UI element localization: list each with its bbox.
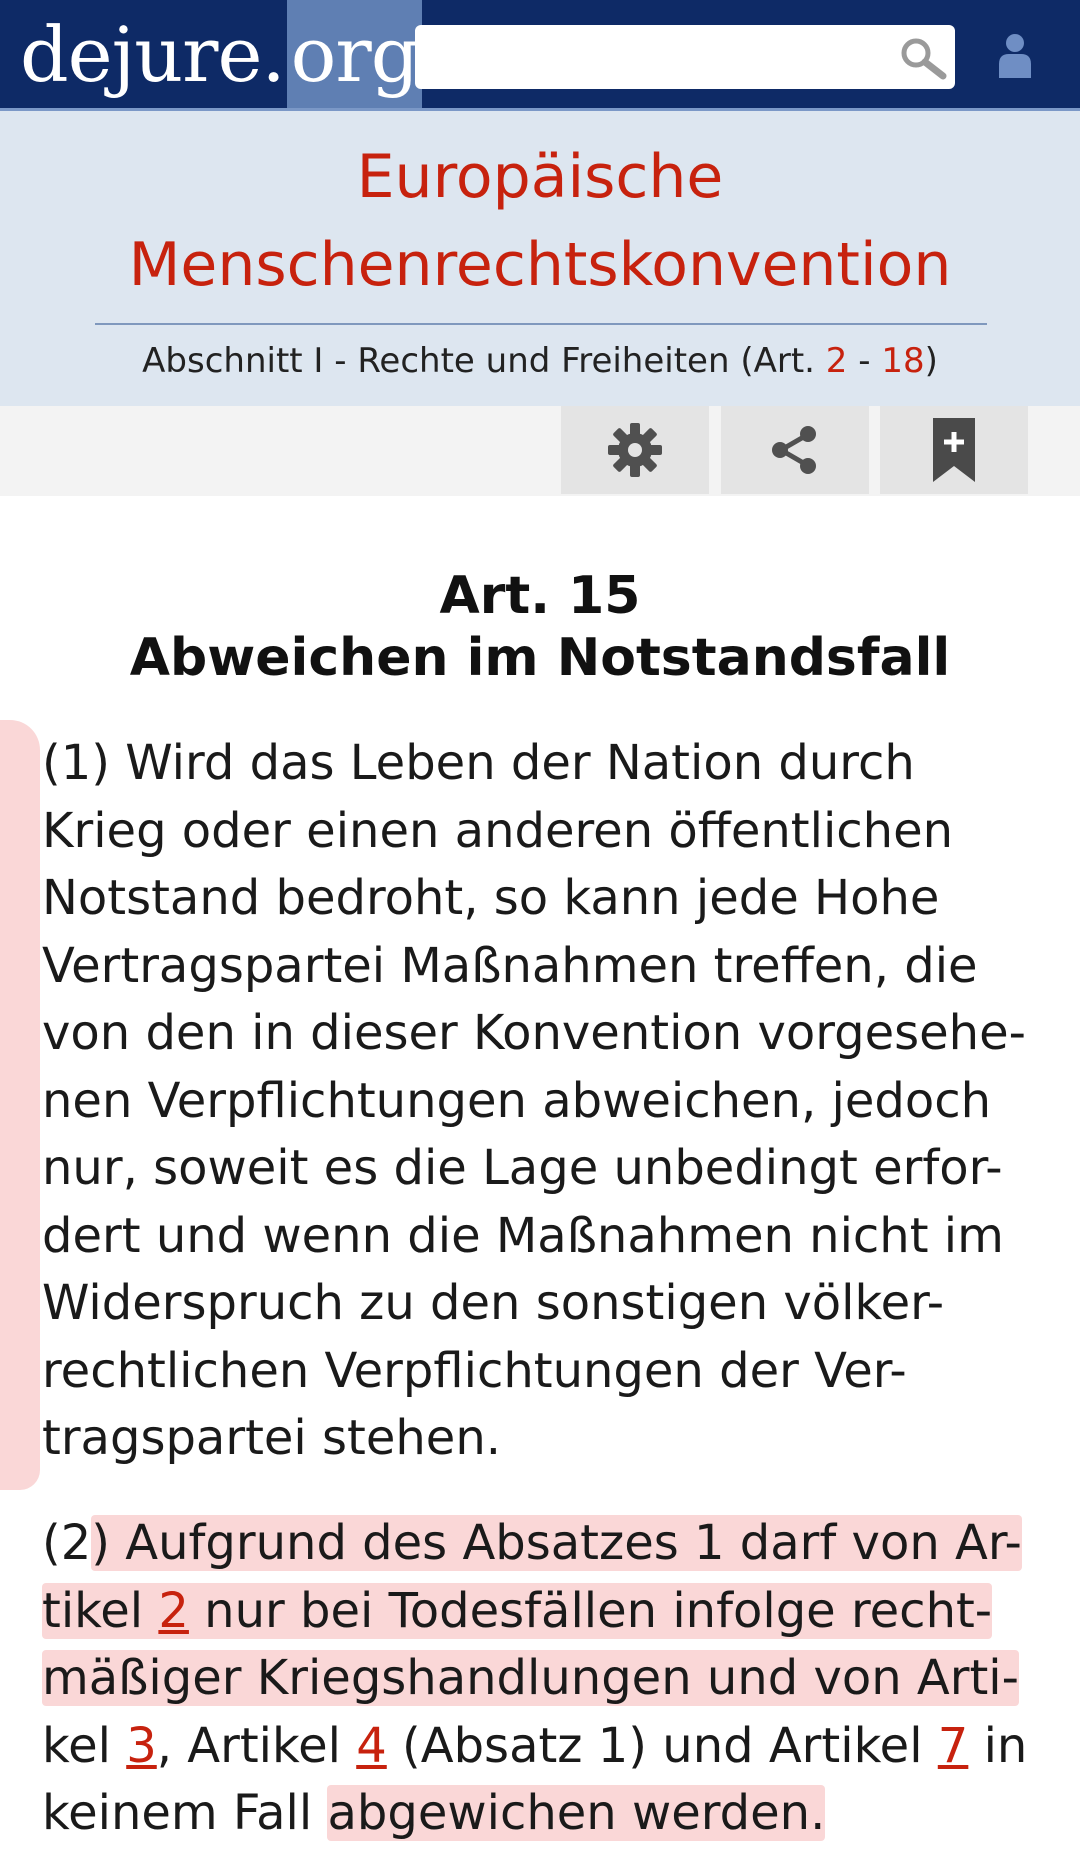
para2-text: keinem Fall <box>42 1785 328 1841</box>
breadcrumb-section: Abschnitt I - Rechte und Freiheiten (Art… <box>0 337 1080 385</box>
para1-line: dert und wenn die Maßnahmen nicht im <box>42 1207 1004 1264</box>
link-art-4[interactable]: 4 <box>356 1718 387 1774</box>
para2-text: , Artikel <box>156 1717 357 1774</box>
para1-line: Krieg oder einen anderen öffentlichen <box>42 802 954 859</box>
share-icon <box>772 426 816 474</box>
para1-line: von den in dieser Konvention vorgesehe- <box>42 1005 1026 1061</box>
para2-text: nur bei Todesfällen infolge recht- <box>188 1582 993 1639</box>
subtitle-sep: - <box>847 341 882 381</box>
top-bar: dejure. org <box>0 0 1080 111</box>
para2-highlight: ) Aufgrund des Absatzes 1 darf von Ar- <box>91 1515 1022 1571</box>
user-icon[interactable] <box>994 32 1036 80</box>
logo-tld: org <box>286 0 423 108</box>
subtitle-suffix: ) <box>924 341 938 381</box>
para2-text: (2 <box>42 1515 92 1571</box>
article-title: Abweichen im Notstandsfall <box>129 628 951 688</box>
para1-line: Widerspruch zu den sonstigen völker- <box>42 1275 945 1331</box>
title-line-1: Europäische <box>356 142 724 212</box>
link-art-2-inline[interactable]: 2 <box>158 1583 189 1639</box>
para2-line-4: kel 3, Artikel 4 (Absatz 1) und Artikel … <box>42 1713 1052 1781</box>
share-button[interactable] <box>721 406 869 494</box>
logo-main: dejure. <box>20 9 286 99</box>
page-header: Europäische Menschenrechtskonvention Abs… <box>0 111 1080 406</box>
settings-button[interactable] <box>561 406 709 494</box>
para1-line: rechtlichen Verpflichtungen der Ver- <box>42 1342 907 1399</box>
para1-line: Notstand bedroht, so kann jede Hohe <box>42 870 940 926</box>
page-title: Europäische Menschenrechtskonvention <box>0 133 1080 309</box>
paragraph-1: (1) Wird das Leben der Nation durch Krie… <box>42 730 1052 1473</box>
para1-line: Vertragspartei Maßnahmen treffen, die <box>42 937 978 994</box>
header-divider <box>95 323 987 325</box>
bookmark-plus-icon <box>933 418 975 482</box>
gear-icon <box>608 423 662 477</box>
link-art-7[interactable]: 7 <box>938 1718 969 1774</box>
para2-highlight: tikel 2 nur bei Todesfällen infolge rech… <box>42 1582 993 1639</box>
para1-line: nen Verpflichtungen abweichen, jedoch <box>42 1072 992 1129</box>
search-input[interactable] <box>415 25 955 89</box>
search-icon[interactable] <box>898 36 948 80</box>
margin-highlight-mark <box>0 720 40 1490</box>
para2-text: (Absatz 1) und Artikel <box>386 1717 938 1774</box>
para2-text: tikel <box>42 1582 159 1639</box>
para1-line: tragspartei stehen. <box>42 1410 501 1466</box>
title-line-2: Menschenrechtskonvention <box>128 230 952 300</box>
para2-highlight: abgewichen werden. <box>327 1785 826 1841</box>
article-body: Art. 15 Abweichen im Notstandsfall (1) W… <box>0 496 1080 1862</box>
toolbar <box>0 406 1080 496</box>
para2-line-1: (2) Aufgrund des Absatzes 1 darf von Ar- <box>42 1510 1052 1578</box>
para2-line-3: mäßiger Kriegshandlungen und von Arti- <box>42 1645 1052 1713</box>
site-logo[interactable]: dejure. org <box>0 0 423 108</box>
article-number: Art. 15 <box>439 566 641 626</box>
para1-line: nur, soweit es die Lage unbedingt erfor- <box>42 1140 1003 1196</box>
para2-text: kel <box>42 1717 127 1774</box>
subtitle-prefix: Abschnitt I - Rechte und Freiheiten (Art… <box>142 341 826 381</box>
link-art-2[interactable]: 2 <box>826 341 848 381</box>
para2-line-5: keinem Fall abgewichen werden. <box>42 1780 1052 1848</box>
bookmark-button[interactable] <box>880 406 1028 494</box>
para1-line: (1) Wird das Leben der Nation durch <box>42 735 915 791</box>
para2-highlight: mäßiger Kriegshandlungen und von Arti- <box>42 1650 1019 1706</box>
para2-text: in <box>968 1717 1028 1774</box>
link-art-18[interactable]: 18 <box>881 341 924 381</box>
para2-line-2: tikel 2 nur bei Todesfällen infolge rech… <box>42 1578 1052 1646</box>
paragraph-2: (2) Aufgrund des Absatzes 1 darf von Ar-… <box>42 1510 1052 1848</box>
link-art-3[interactable]: 3 <box>126 1718 157 1774</box>
